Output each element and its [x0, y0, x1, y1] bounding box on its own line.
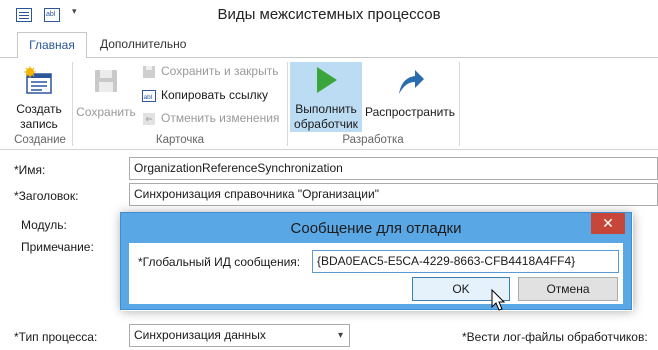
copy-link-icon: abl [142, 90, 156, 102]
group-label-dev: Разработка [342, 134, 404, 146]
ribbon-separator [287, 62, 288, 146]
group-label-create: Создание [14, 134, 66, 146]
mouse-cursor-icon [491, 289, 506, 311]
copy-link-label: Копировать ссылку [161, 88, 268, 102]
create-record-button[interactable]: Создать запись [9, 62, 69, 132]
spread-button[interactable]: Распространить [364, 62, 456, 130]
run-label-line2: обработчик [294, 117, 358, 131]
save-and-close-button[interactable]: Сохранить и закрыть [142, 63, 282, 81]
save-label: Сохранить [76, 105, 136, 119]
ribbon-separator [72, 62, 73, 146]
cancel-changes-label: Отменить изменения [161, 111, 280, 125]
tab-main[interactable]: Главная [17, 32, 87, 59]
process-type-label: *Тип процесса: [14, 330, 98, 344]
process-type-value: Синхронизация данных [134, 328, 266, 342]
ribbon-separator [459, 62, 460, 146]
copy-link-icon-text: abl [144, 94, 153, 101]
title-bar: abl ▾ Виды межсистемных процессов [0, 0, 658, 32]
global-id-field[interactable]: {BDA0EAC5-E5CA-4229-8663-CFB4418A4FF4} [312, 250, 619, 273]
dialog-title: Сообщение для отладки [290, 220, 462, 237]
run-label-line1: Выполнить [295, 102, 357, 116]
log-files-label: *Вести лог-файлы обработчиков: [462, 330, 648, 344]
run-handler-label: Выполнить обработчик [290, 102, 362, 132]
chevron-down-icon[interactable]: ▾ [338, 325, 343, 346]
process-type-select[interactable]: Синхронизация данных ▾ [129, 324, 350, 347]
close-icon[interactable]: ✕ [591, 213, 625, 234]
new-record-icon [24, 66, 52, 94]
save-icon [95, 70, 117, 92]
cancel-changes-button[interactable]: Отменить изменения [142, 110, 282, 128]
header-field[interactable]: Синхронизация справочника "Организации" [129, 183, 658, 206]
create-label-line2: запись [20, 117, 58, 131]
create-label-line1: Создать [16, 102, 62, 116]
module-label: Модуль: [21, 218, 67, 232]
note-label: Примечание: [21, 240, 94, 254]
undo-icon [143, 113, 155, 125]
save-close-icon [143, 66, 155, 78]
tab-more[interactable]: Дополнительно [88, 32, 198, 58]
ribbon: Создать запись Создание Сохранить Сохран… [0, 58, 658, 150]
copy-link-button[interactable]: abl Копировать ссылку [142, 87, 282, 105]
group-label-card: Карточка [155, 134, 205, 146]
debug-message-dialog: Сообщение для отладки ✕ *Глобальный ИД с… [120, 212, 632, 310]
header-label: *Заголовок: [14, 189, 79, 203]
global-id-label: *Глобальный ИД сообщения: [138, 255, 301, 269]
name-label: *Имя: [14, 163, 46, 177]
save-button[interactable]: Сохранить [74, 62, 138, 130]
ribbon-tabs: Главная Дополнительно [0, 32, 658, 59]
create-record-label: Создать запись [9, 102, 69, 132]
save-and-close-label: Сохранить и закрыть [161, 64, 279, 78]
spread-label: Распространить [364, 105, 456, 119]
spread-arrow-icon [399, 70, 424, 94]
play-icon [317, 67, 337, 93]
name-field[interactable]: OrganizationReferenceSynchronization [129, 157, 658, 180]
window-title: Виды межсистемных процессов [217, 6, 441, 23]
cancel-button[interactable]: Отмена [518, 277, 618, 301]
dialog-body: *Глобальный ИД сообщения: {BDA0EAC5-E5CA… [129, 243, 623, 304]
run-handler-button[interactable]: Выполнить обработчик [290, 62, 362, 132]
